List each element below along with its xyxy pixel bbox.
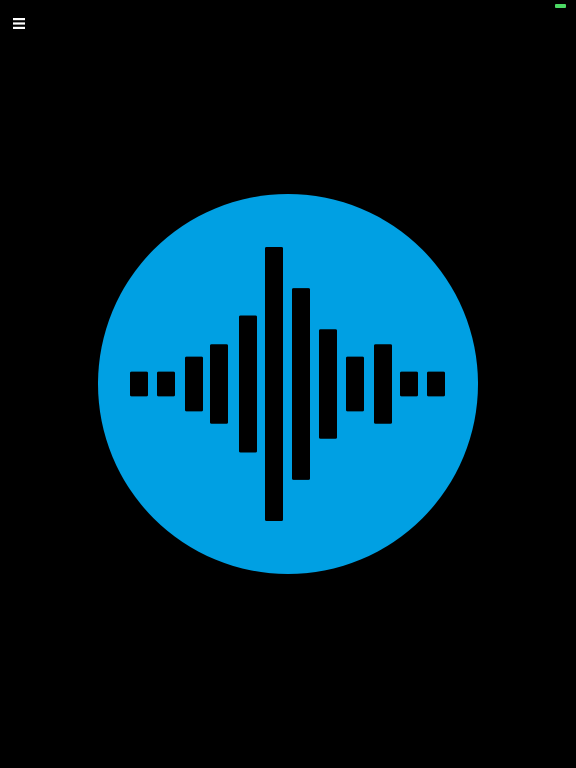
- battery-indicator-icon: [555, 4, 566, 8]
- waveform-bar: [265, 247, 283, 521]
- waveform-bar: [239, 315, 257, 453]
- menu-button[interactable]: [8, 12, 30, 34]
- waveform-bar: [157, 371, 175, 397]
- waveform-bar: [346, 356, 364, 412]
- waveform-bar: [185, 356, 203, 412]
- waveform-bar: [400, 371, 418, 397]
- waveform-bar: [130, 371, 148, 397]
- record-button[interactable]: [98, 194, 478, 574]
- hamburger-menu-icon: [13, 17, 25, 29]
- waveform-bar: [427, 371, 445, 397]
- waveform-bar: [292, 288, 310, 480]
- waveform-bar: [319, 329, 337, 439]
- audio-waveform-icon: [130, 247, 445, 521]
- app-screen: [0, 0, 576, 768]
- waveform-bar: [374, 344, 392, 424]
- waveform-bar: [210, 344, 228, 424]
